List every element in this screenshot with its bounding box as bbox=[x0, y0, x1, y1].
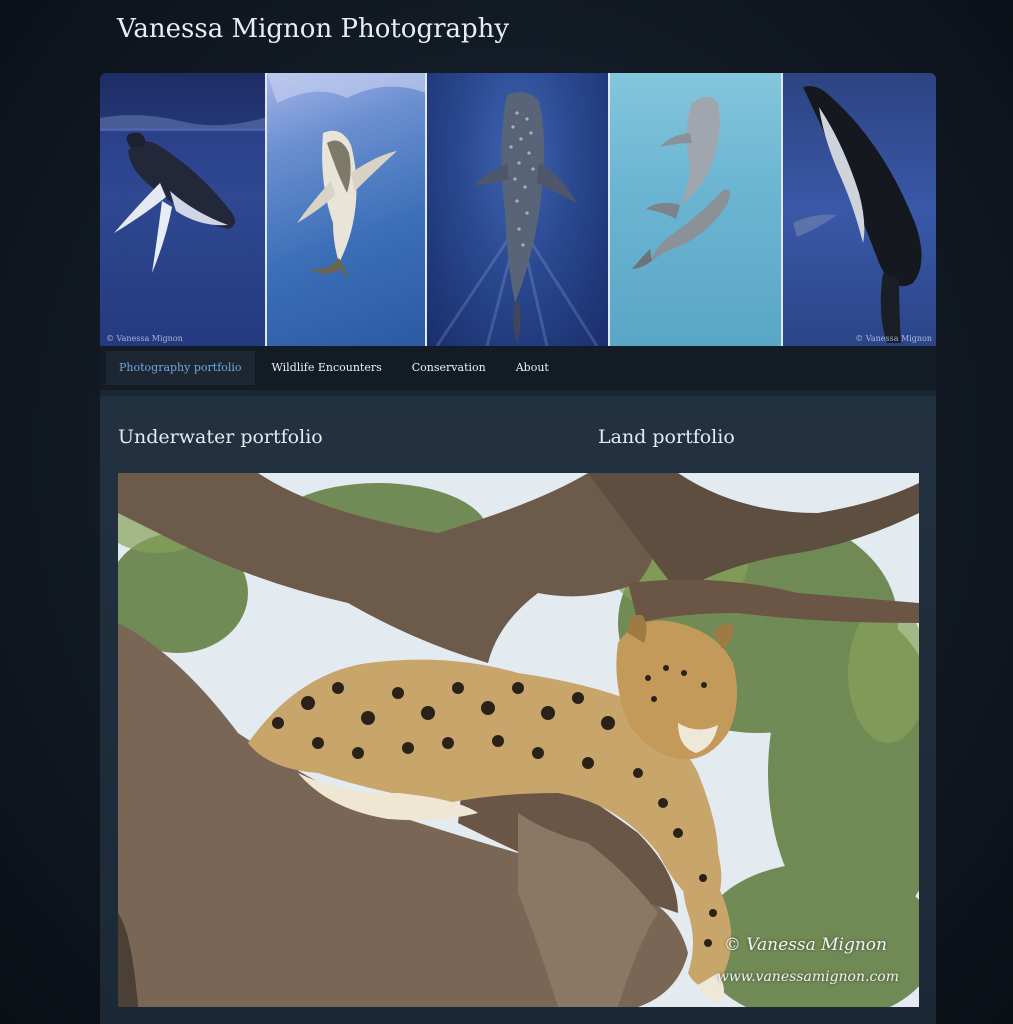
shark-icon bbox=[267, 73, 425, 278]
banner-photo-dolphins bbox=[610, 73, 781, 346]
leopard-icon bbox=[118, 473, 919, 1007]
featured-photo-leopard[interactable]: © Vanessa Mignon www.vanessamignon.com bbox=[118, 473, 919, 1007]
banner-photo-humpback: © Vanessa Mignon bbox=[100, 73, 266, 346]
nav-item-photography-portfolio[interactable]: Photography portfolio bbox=[106, 351, 255, 385]
banner-photo-whale-shark bbox=[426, 73, 609, 346]
land-portfolio-link[interactable]: Land portfolio bbox=[598, 426, 735, 448]
humpback-whale-icon bbox=[100, 73, 266, 273]
nav-item-conservation[interactable]: Conservation bbox=[399, 351, 499, 385]
whale-shark-icon bbox=[435, 92, 599, 346]
nav-item-wildlife-encounters[interactable]: Wildlife Encounters bbox=[259, 351, 395, 385]
dolphins-icon bbox=[632, 97, 731, 269]
banner-photo-humpback-dive: © Vanessa Mignon bbox=[782, 73, 936, 346]
banner-watermark: © Vanessa Mignon bbox=[106, 334, 183, 343]
main-navigation: Photography portfolio Wildlife Encounter… bbox=[100, 346, 936, 396]
banner-watermark: © Vanessa Mignon bbox=[855, 334, 933, 343]
banner-photo-shark bbox=[267, 73, 425, 346]
photo-signature: © Vanessa Mignon bbox=[723, 935, 887, 955]
humpback-whale-icon bbox=[792, 86, 922, 343]
underwater-portfolio-link[interactable]: Underwater portfolio bbox=[118, 426, 323, 448]
site-title[interactable]: Vanessa Mignon Photography bbox=[117, 14, 509, 44]
photo-watermark-url: www.vanessamignon.com bbox=[716, 969, 899, 985]
nav-item-about[interactable]: About bbox=[503, 351, 562, 385]
header-banner: © Vanessa Mignon © Vanessa Mignon bbox=[100, 73, 936, 346]
